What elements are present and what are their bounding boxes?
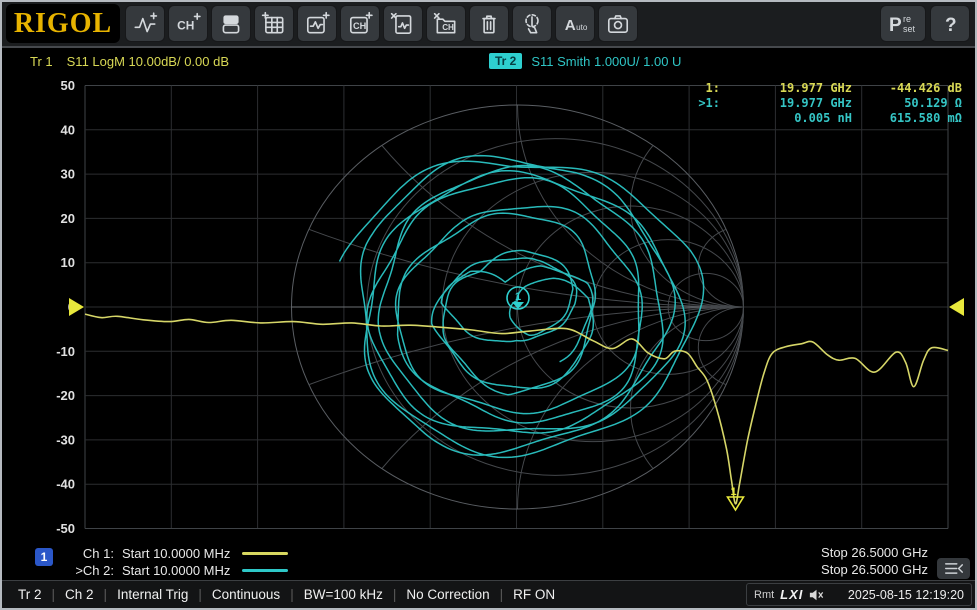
channel-plus-icon: CH bbox=[175, 11, 201, 37]
y-axis-label: -30 bbox=[56, 432, 75, 447]
copy-channel-button[interactable]: CH bbox=[340, 5, 380, 42]
channel-bar: 1 Ch 1:Start 10.0000 MHz Stop 26.5000 GHz… bbox=[2, 541, 975, 579]
trace2-active-badge: Tr 2 bbox=[489, 53, 522, 69]
smith-grid bbox=[2, 76, 977, 544]
table-plus-icon bbox=[261, 11, 287, 37]
ref-level-marker-right[interactable] bbox=[949, 298, 964, 316]
trace2-info[interactable]: Tr 2 S11 Smith 1.000U/ 1.00 U bbox=[489, 53, 681, 69]
add-channel-button[interactable]: CH bbox=[168, 5, 208, 42]
toolbar-separator bbox=[2, 46, 975, 48]
rigol-logo: RIGOL bbox=[6, 4, 120, 43]
channel-info-row[interactable]: Ch 1:Start 10.0000 MHz bbox=[62, 545, 288, 561]
meas-table-button[interactable] bbox=[254, 5, 294, 42]
marker-readout-row: 0.005 nH615.580 mΩ bbox=[680, 111, 962, 126]
trace2-settings: S11 Smith 1.000U/ 1.00 U bbox=[531, 54, 681, 69]
toolbar-buttons: CH CH CH Auto bbox=[125, 5, 638, 42]
delete-button[interactable] bbox=[469, 5, 509, 42]
toolbar: RIGOL CH CH CH Auto P re set ? bbox=[2, 2, 975, 46]
status-right-panel: Rmt LXI 2025-08-15 12:19:20 bbox=[746, 583, 972, 606]
box-wave-plus-icon bbox=[304, 11, 330, 37]
touch-icon bbox=[519, 11, 545, 37]
window-layout-button[interactable] bbox=[211, 5, 251, 42]
y-axis-label: 30 bbox=[61, 167, 75, 182]
delete-channel-button[interactable]: CH bbox=[426, 5, 466, 42]
y-axis-label: -40 bbox=[56, 477, 75, 492]
menu-collapse-button[interactable] bbox=[937, 558, 970, 579]
auto-icon: Auto bbox=[562, 11, 588, 37]
preset-p: P bbox=[889, 15, 902, 36]
help-button[interactable]: ? bbox=[930, 5, 970, 42]
svg-text:CH: CH bbox=[177, 18, 194, 32]
touch-button[interactable] bbox=[512, 5, 552, 42]
trace1-info[interactable]: Tr 1 S11 LogM 10.00dB/ 0.00 dB bbox=[30, 54, 229, 69]
status-segment[interactable]: Continuous bbox=[212, 587, 280, 602]
y-axis-label: -50 bbox=[56, 521, 75, 536]
y-axis-label: -20 bbox=[56, 388, 75, 403]
status-bar: Tr 2|Ch 2|Internal Trig|Continuous|BW=10… bbox=[2, 580, 975, 608]
vna-screen: RIGOL CH CH CH Auto P re set ? Tr 1 S11 LogM… bbox=[0, 0, 977, 610]
status-segment[interactable]: Tr 2 bbox=[18, 587, 42, 602]
marker-readout: 1:19.977 GHz-44.426 dB>1:19.977 GHz50.12… bbox=[680, 81, 962, 126]
menu-collapse-icon bbox=[943, 561, 965, 576]
lxi-logo: LXI bbox=[780, 587, 803, 602]
y-axis-label: 40 bbox=[61, 122, 75, 137]
channel-info-row[interactable]: >Ch 2:Start 10.0000 MHz bbox=[62, 562, 288, 578]
trace-color-swatch bbox=[242, 569, 288, 572]
status-segment[interactable]: Ch 2 bbox=[65, 587, 94, 602]
y-axis-label: 50 bbox=[61, 78, 75, 93]
ref-level-marker-left[interactable] bbox=[69, 298, 84, 316]
status-segments: Tr 2|Ch 2|Internal Trig|Continuous|BW=10… bbox=[18, 587, 555, 602]
folder-ch-x-icon: CH bbox=[433, 11, 459, 37]
marker1-trace1-label: 1 bbox=[730, 486, 736, 498]
svg-text:uto: uto bbox=[576, 22, 588, 31]
add-trace-button[interactable] bbox=[125, 5, 165, 42]
trash-icon bbox=[476, 11, 502, 37]
y-axis-label: -10 bbox=[56, 344, 75, 359]
delete-trace-button[interactable] bbox=[383, 5, 423, 42]
waveform-plus-icon bbox=[132, 11, 158, 37]
box-ch-plus-icon: CH bbox=[347, 11, 373, 37]
marker1-trace2-label: 1 bbox=[515, 291, 521, 303]
windows-icon bbox=[218, 11, 244, 37]
marker-readout-row: >1:19.977 GHz50.129 Ω bbox=[680, 96, 962, 111]
trace-info-bar: Tr 1 S11 LogM 10.00dB/ 0.00 dB Tr 2 S11 S… bbox=[2, 51, 975, 73]
trace1-settings: S11 LogM 10.00dB/ 0.00 dB bbox=[67, 54, 229, 69]
y-axis-label: 20 bbox=[61, 211, 75, 226]
remote-indicator: Rmt bbox=[754, 589, 774, 601]
plot-area[interactable]: 50403020100-10-20-30-40-5011 bbox=[2, 76, 977, 544]
status-segment[interactable]: BW=100 kHz bbox=[304, 587, 383, 602]
stop-frequency: Stop 26.5000 GHz bbox=[821, 562, 928, 578]
svg-text:A: A bbox=[565, 16, 576, 33]
datetime: 2025-08-15 12:19:20 bbox=[848, 588, 964, 602]
camera-icon bbox=[605, 11, 631, 37]
preset-re: re bbox=[903, 14, 911, 24]
marker-readout-row: 1:19.977 GHz-44.426 dB bbox=[680, 81, 962, 96]
toolbar-right-buttons: P re set ? bbox=[880, 5, 970, 42]
help-question-icon: ? bbox=[945, 15, 957, 36]
svg-text:CH: CH bbox=[442, 22, 454, 31]
status-segment[interactable]: No Correction bbox=[406, 587, 489, 602]
preset-set: set bbox=[903, 24, 916, 34]
channel1-badge[interactable]: 1 bbox=[35, 548, 53, 566]
y-axis-label: 10 bbox=[61, 255, 75, 270]
mute-icon[interactable] bbox=[809, 588, 824, 602]
status-segment[interactable]: Internal Trig bbox=[117, 587, 188, 602]
screenshot-button[interactable] bbox=[598, 5, 638, 42]
trace1-label: Tr 1 bbox=[30, 54, 53, 69]
marker1-trace2[interactable]: 1 bbox=[507, 287, 529, 309]
svg-text:CH: CH bbox=[353, 20, 367, 30]
status-segment[interactable]: RF ON bbox=[513, 587, 555, 602]
preset-button[interactable]: P re set bbox=[880, 5, 926, 42]
stop-frequency: Stop 26.5000 GHz bbox=[821, 545, 928, 561]
page-wave-x-icon bbox=[390, 11, 416, 37]
trace-color-swatch bbox=[242, 552, 288, 555]
auto-scale-button[interactable]: Auto bbox=[555, 5, 595, 42]
copy-trace-button[interactable] bbox=[297, 5, 337, 42]
